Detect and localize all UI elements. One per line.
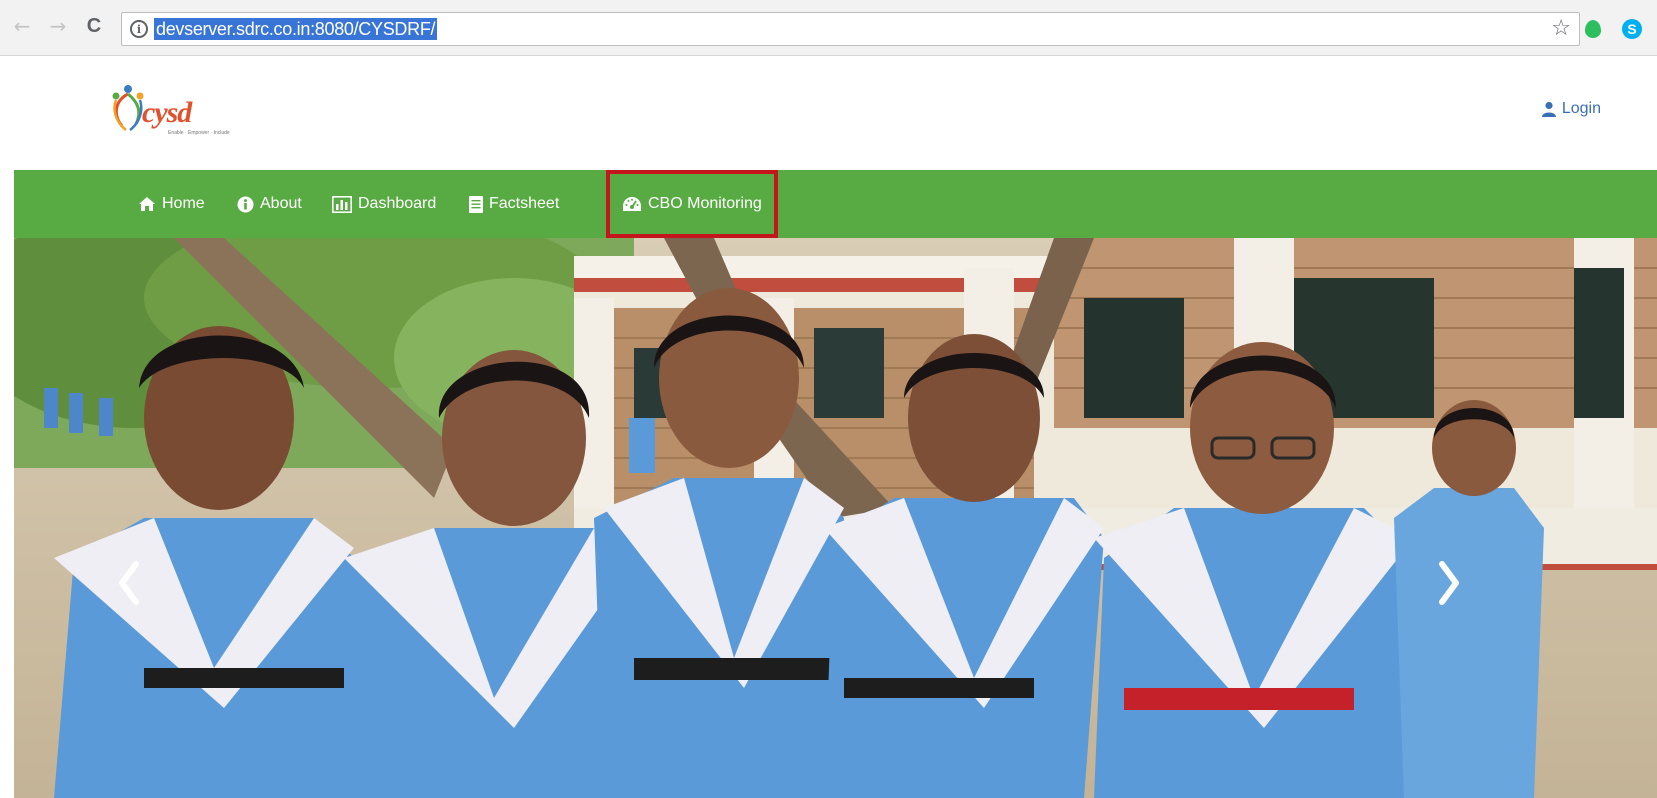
browser-toolbar: ← → C i devserver.sdrc.co.in:8080/CYSDRF… xyxy=(0,0,1657,56)
logo-tagline: Enable · Empower · Include xyxy=(168,130,230,136)
home-icon xyxy=(139,197,155,211)
nav-item-home[interactable]: Home xyxy=(138,170,205,238)
carousel-next-icon[interactable] xyxy=(1434,558,1464,608)
nav-item-about[interactable]: About xyxy=(237,170,302,238)
document-icon xyxy=(469,195,483,213)
nav-label-about: About xyxy=(260,195,302,212)
site-info-icon[interactable]: i xyxy=(130,20,148,38)
main-navigation: Home About Dashboard Factsheet CBO Monit… xyxy=(14,170,1657,238)
evernote-extension-icon[interactable] xyxy=(1585,20,1601,38)
nav-label-dashboard: Dashboard xyxy=(358,195,437,212)
forward-icon[interactable]: → xyxy=(46,14,70,38)
address-bar[interactable]: i devserver.sdrc.co.in:8080/CYSDRF/ ☆ xyxy=(121,12,1580,46)
login-label: Login xyxy=(1561,100,1601,117)
hero-carousel xyxy=(14,238,1657,798)
info-circle-icon xyxy=(237,196,254,212)
dashboard-gauge-icon xyxy=(623,196,641,211)
back-icon[interactable]: ← xyxy=(10,14,34,38)
logo-wordmark: cysd xyxy=(142,96,192,129)
nav-item-cbo-monitoring[interactable]: CBO Monitoring xyxy=(606,170,778,238)
bar-chart-icon xyxy=(332,195,352,213)
url-text[interactable]: devserver.sdrc.co.in:8080/CYSDRF/ xyxy=(154,18,438,40)
cysd-logo[interactable]: cysd Enable · Empower · Include xyxy=(108,82,230,142)
skype-extension-icon[interactable]: S xyxy=(1622,19,1642,39)
nav-label-factsheet: Factsheet xyxy=(489,195,560,212)
user-icon xyxy=(1541,101,1556,117)
hero-photo xyxy=(14,238,1657,798)
reload-icon[interactable]: C xyxy=(82,14,106,38)
bookmark-star-icon[interactable]: ☆ xyxy=(1551,16,1571,41)
nav-label-cbo-monitoring: CBO Monitoring xyxy=(648,195,762,212)
nav-item-dashboard[interactable]: Dashboard xyxy=(332,170,436,238)
site-header: cysd Enable · Empower · Include Login xyxy=(14,56,1657,170)
nav-label-home: Home xyxy=(162,195,205,212)
login-link[interactable]: Login xyxy=(1541,100,1601,118)
carousel-prev-icon[interactable] xyxy=(114,558,144,608)
nav-item-factsheet[interactable]: Factsheet xyxy=(469,170,559,238)
